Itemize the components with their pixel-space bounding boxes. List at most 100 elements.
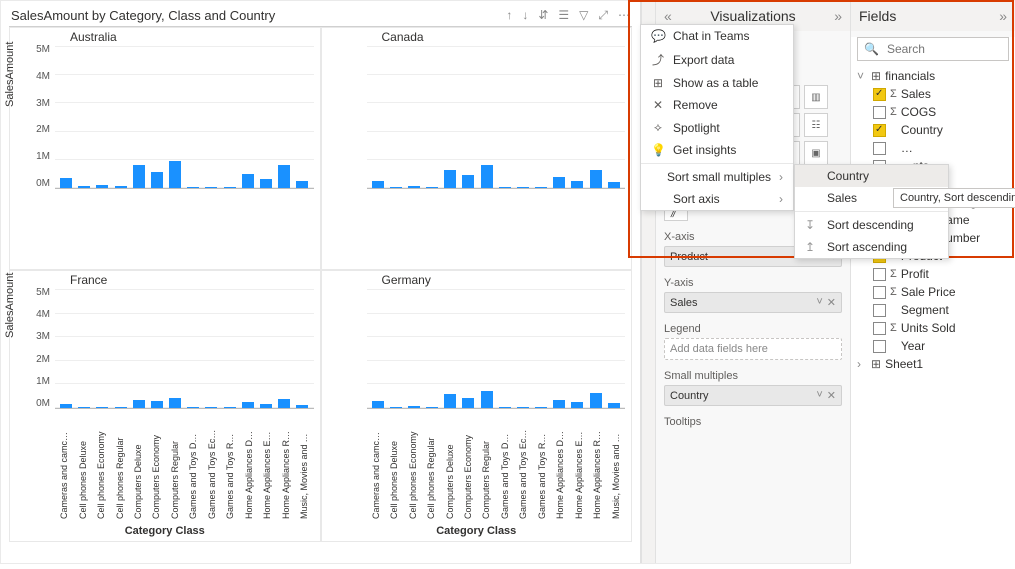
bar[interactable] [115,186,127,188]
bar[interactable] [60,178,72,188]
field-item[interactable]: ΣUnits Sold [873,319,1009,337]
menu-item[interactable]: ⤴Export data [641,47,793,72]
checkbox[interactable] [873,322,886,335]
table-node[interactable]: ˅ ⊞ financials [857,67,1009,85]
submenu-sort-ascending[interactable]: ↥ Sort ascending [795,236,948,258]
field-item[interactable]: Σ… [873,139,1009,157]
bar[interactable] [96,407,108,408]
bar[interactable] [278,399,290,408]
bar[interactable] [187,407,199,408]
search-input[interactable] [885,41,1015,57]
drill-down-icon[interactable]: ↓ [522,8,528,23]
drill-expand-icon[interactable]: ⇵ [538,8,548,23]
bar[interactable] [96,185,108,188]
bar[interactable] [151,172,163,188]
bar[interactable] [60,404,72,408]
bar[interactable] [169,398,181,408]
checkbox[interactable] [873,268,886,281]
remove-pill-icon[interactable]: ✕ [827,296,836,309]
plot[interactable]: Cameras and camcorder…Cell phones Deluxe… [322,287,632,429]
legend-well-drop[interactable]: Add data fields here [664,338,842,360]
expand-panel-icon[interactable]: » [999,8,1007,24]
collapse-panel-icon[interactable]: « [664,8,672,24]
bar[interactable] [444,394,456,408]
fields-search[interactable]: 🔍 [857,37,1009,61]
checkbox[interactable] [873,106,886,119]
menu-item[interactable]: 💬Chat in Teams [641,25,793,47]
chevron-down-icon[interactable]: ˅ [816,296,822,309]
bar[interactable] [481,391,493,408]
field-item[interactable]: ΣYear [873,337,1009,355]
viz-type-icon[interactable]: ☷ [804,113,828,137]
menu-item[interactable]: 💡Get insights [641,139,793,161]
bar[interactable] [187,187,199,188]
bar[interactable] [296,405,308,408]
bar[interactable] [517,407,529,408]
menu-item[interactable]: ⊞Show as a table [641,72,793,94]
bar[interactable] [78,407,90,408]
bar[interactable] [535,187,547,188]
plot[interactable]: SalesAmount5M4M3M2M1M0M [10,44,320,209]
more-options-icon[interactable]: ⋯ [618,8,630,23]
bar[interactable] [224,187,236,188]
bar[interactable] [426,407,438,408]
bar[interactable] [408,186,420,188]
bar[interactable] [78,186,90,188]
bar[interactable] [590,170,602,188]
bar[interactable] [553,400,565,408]
submenu-country[interactable]: Country [795,165,948,187]
bar[interactable] [390,187,402,188]
drill-up-icon[interactable]: ↑ [506,8,512,23]
checkbox[interactable] [873,124,886,137]
checkbox[interactable] [873,340,886,353]
bar[interactable] [278,165,290,188]
bar[interactable] [535,407,547,408]
focus-mode-icon[interactable]: ⤢ [598,8,608,23]
field-item[interactable]: ΣCOGS [873,103,1009,121]
drill-hierarchy-icon[interactable]: ☰ [558,8,569,23]
bar[interactable] [426,187,438,188]
bar[interactable] [133,165,145,188]
bar[interactable] [151,401,163,408]
menu-sort-small-multiples[interactable]: Sort small multiples › [641,166,793,188]
bar[interactable] [372,181,384,188]
bar[interactable] [444,170,456,188]
bar[interactable] [499,187,511,188]
bar[interactable] [260,404,272,408]
field-item[interactable]: ΣSale Price [873,283,1009,301]
bar[interactable] [553,177,565,188]
checkbox[interactable] [873,142,886,155]
chevron-down-icon[interactable]: ˅ [816,389,822,402]
viz-type-icon[interactable]: ▥ [804,85,828,109]
checkbox[interactable] [873,88,886,101]
field-item[interactable]: ΣSales [873,85,1009,103]
bar[interactable] [133,400,145,408]
bar[interactable] [517,187,529,188]
bar[interactable] [571,402,583,408]
viz-type-icon[interactable]: ▣ [804,141,828,165]
field-item[interactable]: ΣSegment [873,301,1009,319]
field-item[interactable]: ΣCountry [873,121,1009,139]
plot[interactable]: SalesAmount5M4M3M2M1M0MCameras and camco… [10,287,320,429]
bar[interactable] [242,174,254,188]
bar[interactable] [372,401,384,408]
menu-item[interactable]: ✕Remove [641,94,793,116]
bar[interactable] [462,175,474,188]
bar[interactable] [205,407,217,408]
bar[interactable] [608,403,620,408]
plot[interactable] [322,44,632,209]
bar[interactable] [296,181,308,188]
bar[interactable] [590,393,602,408]
yaxis-well-pill[interactable]: Sales ˅✕ [664,292,842,313]
expand-panel-icon[interactable]: » [834,8,842,24]
bar[interactable] [205,187,217,188]
field-item[interactable]: ΣProfit [873,265,1009,283]
checkbox[interactable] [873,286,886,299]
bar[interactable] [462,398,474,408]
bar[interactable] [115,407,127,408]
menu-item[interactable]: ⟡Spotlight [641,116,793,139]
table-node[interactable]: › ⊞ Sheet1 [857,355,1009,373]
remove-pill-icon[interactable]: ✕ [827,389,836,402]
bar[interactable] [390,407,402,408]
bar[interactable] [499,407,511,408]
